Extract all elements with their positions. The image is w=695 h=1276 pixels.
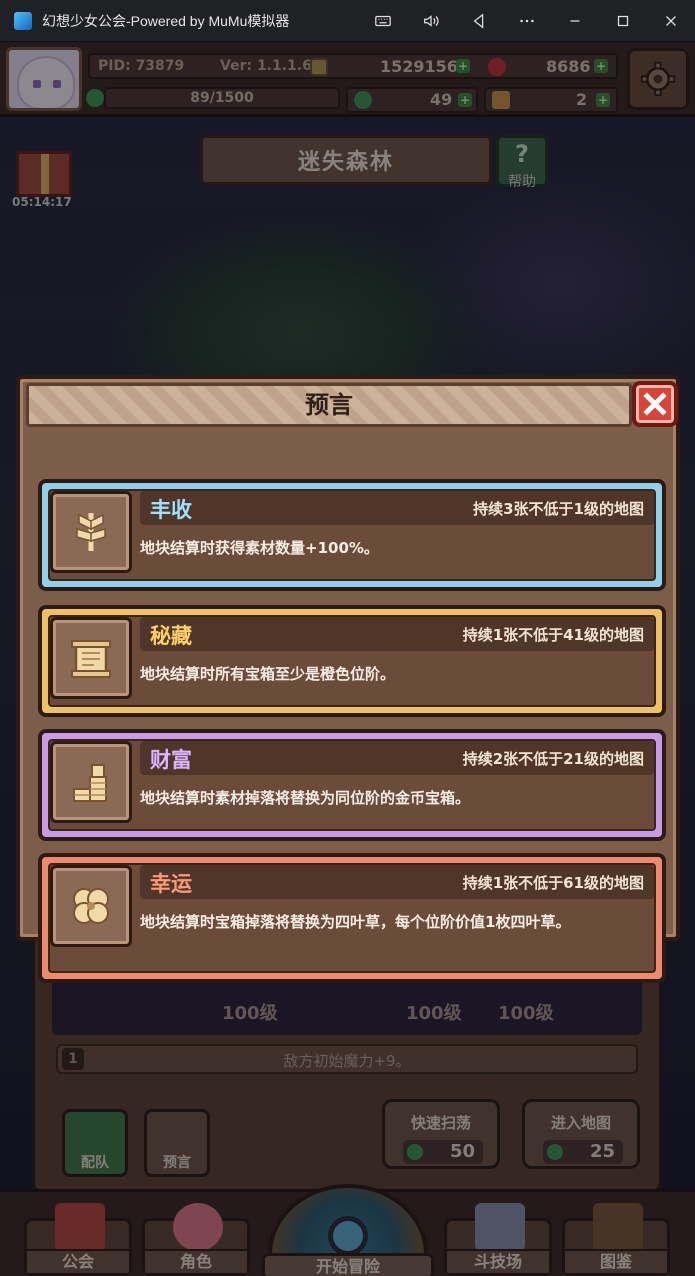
prophecy-card-harvest[interactable]: 丰收 持续3张不低于1级的地图 地块结算时获得素材数量+100%。 [38,479,666,591]
scroll-icon [50,617,132,699]
back-icon[interactable] [455,0,503,42]
prophecy-card-luck[interactable]: 幸运 持续1张不低于61级的地图 地块结算时宝箱掉落将替换为四叶草，每个位阶价值… [38,853,666,983]
titlebar-actions [359,0,695,42]
close-button[interactable] [632,381,678,427]
close-icon [643,392,667,416]
modal-header: 预言 [26,383,632,427]
four-leaf-clover-icon [50,865,132,947]
prophecy-description: 地块结算时素材掉落将替换为同位阶的金币宝箱。 [140,789,471,807]
prophecy-name: 财富 [150,748,192,772]
prophecy-name: 丰收 [150,498,192,522]
more-icon[interactable] [503,0,551,42]
app-icon [14,11,32,30]
prophecy-condition: 持续1张不低于41级的地图 [462,626,644,644]
prophecy-card-treasure[interactable]: 秘藏 持续1张不低于41级的地图 地块结算时所有宝箱至少是橙色位阶。 [38,605,666,717]
prophecy-description: 地块结算时所有宝箱至少是橙色位阶。 [140,665,396,683]
prophecy-name: 秘藏 [150,624,192,648]
close-window-icon[interactable] [647,0,695,42]
coin-stack-icon [50,741,132,823]
card-header: 丰收 持续3张不低于1级的地图 [140,491,654,525]
prophecy-name: 幸运 [150,872,192,896]
window-title: 幻想少女公会-Powered by MuMu模拟器 [42,12,290,29]
modal-title: 预言 [305,391,353,419]
prophecy-condition: 持续3张不低于1级的地图 [473,500,644,518]
card-header: 秘藏 持续1张不低于41级的地图 [140,617,654,651]
card-header: 财富 持续2张不低于21级的地图 [140,741,654,775]
minimize-icon[interactable] [551,0,599,42]
wheat-icon [50,491,132,573]
prophecy-modal: 预言 丰收 持续3张不低于1级的地图 地块结算时获得素材数量+100%。 秘藏 … [16,375,680,983]
card-header: 幸运 持续1张不低于61级的地图 [140,865,654,899]
prophecy-condition: 持续2张不低于21级的地图 [462,750,644,768]
keyboard-icon[interactable] [359,0,407,42]
prophecy-card-wealth[interactable]: 财富 持续2张不低于21级的地图 地块结算时素材掉落将替换为同位阶的金币宝箱。 [38,729,666,841]
game-screen: PID: 73879 Ver: 1.1.1.6 1529156 + 8686 +… [0,43,695,1276]
prophecy-description: 地块结算时获得素材数量+100%。 [140,539,379,557]
prophecy-condition: 持续1张不低于61级的地图 [462,874,644,892]
prophecy-description: 地块结算时宝箱掉落将替换为四叶草，每个位阶价值1枚四叶草。 [140,913,571,931]
volume-icon[interactable] [407,0,455,42]
maximize-icon[interactable] [599,0,647,42]
window-titlebar: 幻想少女公会-Powered by MuMu模拟器 [0,0,695,42]
